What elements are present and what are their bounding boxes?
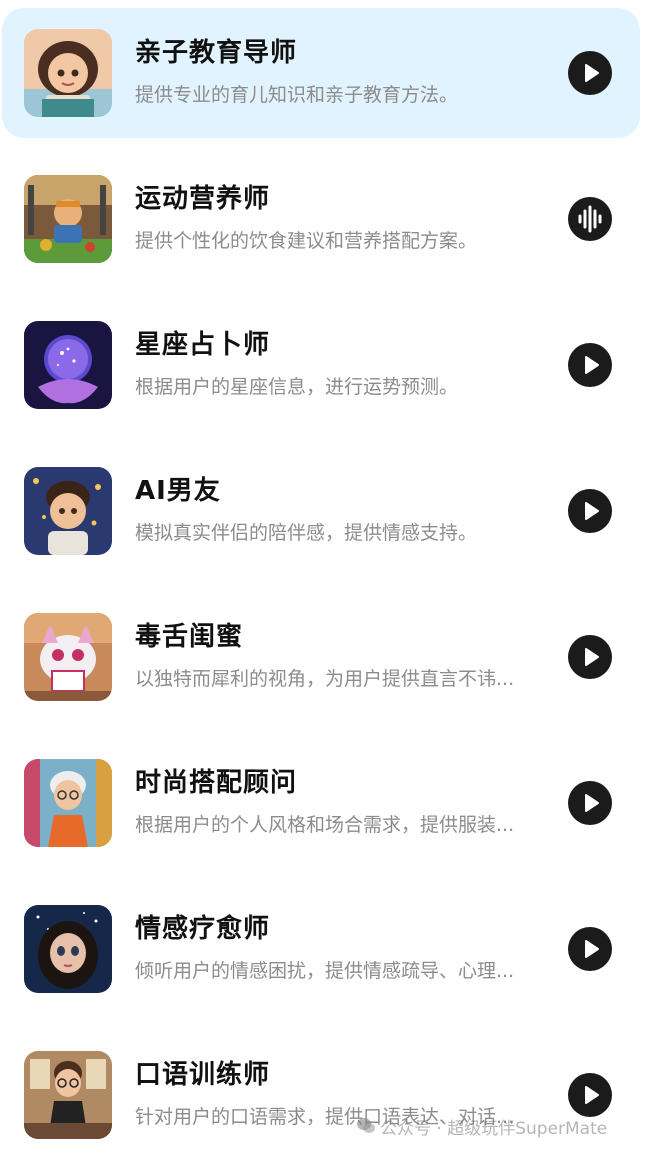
play-icon [585,1086,599,1104]
watermark: 公众号 · 超级玩伴SuperMate [356,1114,608,1139]
assistant-title: 时尚搭配顾问 [135,768,298,798]
assistant-description: 提供专业的育儿知识和亲子教育方法。 [135,84,459,106]
assistant-item-sports-nutritionist[interactable]: 运动营养师 提供个性化的饮食建议和营养搭配方案。 [2,154,640,284]
play-button[interactable] [568,781,612,825]
avatar [24,1051,112,1139]
assistant-description: 模拟真实伴侣的陪伴感，提供情感支持。 [135,522,478,544]
assistant-title: 情感疗愈师 [135,914,271,944]
play-icon [585,502,599,520]
avatar [24,175,112,263]
avatar [24,613,112,701]
avatar [24,321,112,409]
assistant-title: 运动营养师 [135,184,271,214]
assistant-description: 以独特而犀利的视角，为用户提供直言不讳... [135,668,515,690]
assistant-title: AI男友 [135,476,221,506]
assistant-item-speaking-coach[interactable]: 口语训练师 针对用户的口语需求，提供口语表达、对话... [2,1030,640,1160]
assistant-description: 根据用户的个人风格和场合需求，提供服装... [135,814,515,836]
play-icon [585,794,599,812]
assistant-item-fashion-stylist[interactable]: 时尚搭配顾问 根据用户的个人风格和场合需求，提供服装... [2,738,640,868]
play-button[interactable] [568,343,612,387]
play-icon [585,356,599,374]
play-button[interactable] [568,635,612,679]
assistant-title: 口语训练师 [135,1060,271,1090]
assistant-item-ai-boyfriend[interactable]: AI男友 模拟真实伴侣的陪伴感，提供情感支持。 [2,446,640,576]
assistant-description: 提供个性化的饮食建议和营养搭配方案。 [135,230,478,252]
play-icon [585,940,599,958]
assistant-title: 星座占卜师 [135,330,271,360]
assistant-title: 毒舌闺蜜 [135,622,244,652]
watermark-text: 公众号 · 超级玩伴SuperMate [380,1118,608,1139]
play-button[interactable] [568,51,612,95]
assistant-item-astrologer[interactable]: 星座占卜师 根据用户的星座信息，进行运势预测。 [2,300,640,430]
assistant-title: 亲子教育导师 [135,38,298,68]
avatar [24,29,112,117]
play-icon [585,648,599,666]
voice-button[interactable] [568,197,612,241]
assistant-item-parenting-coach[interactable]: 亲子教育导师 提供专业的育儿知识和亲子教育方法。 [2,8,640,138]
audio-wave-icon [578,205,602,233]
assistant-item-emotional-healer[interactable]: 情感疗愈师 倾听用户的情感困扰，提供情感疏导、心理... [2,884,640,1014]
assistant-item-snarky-bestie[interactable]: 毒舌闺蜜 以独特而犀利的视角，为用户提供直言不讳... [2,592,640,722]
play-button[interactable] [568,1073,612,1117]
avatar [24,467,112,555]
avatar [24,905,112,993]
assistant-list: 亲子教育导师 提供专业的育儿知识和亲子教育方法。 运动营养师 提供个性化的饮食建… [0,0,654,1152]
assistant-description: 倾听用户的情感困扰，提供情感疏导、心理... [135,960,515,982]
assistant-description: 根据用户的星座信息，进行运势预测。 [135,376,459,398]
play-icon [585,64,599,82]
play-button[interactable] [568,927,612,971]
play-button[interactable] [568,489,612,533]
wechat-icon [357,1118,375,1133]
avatar [24,759,112,847]
